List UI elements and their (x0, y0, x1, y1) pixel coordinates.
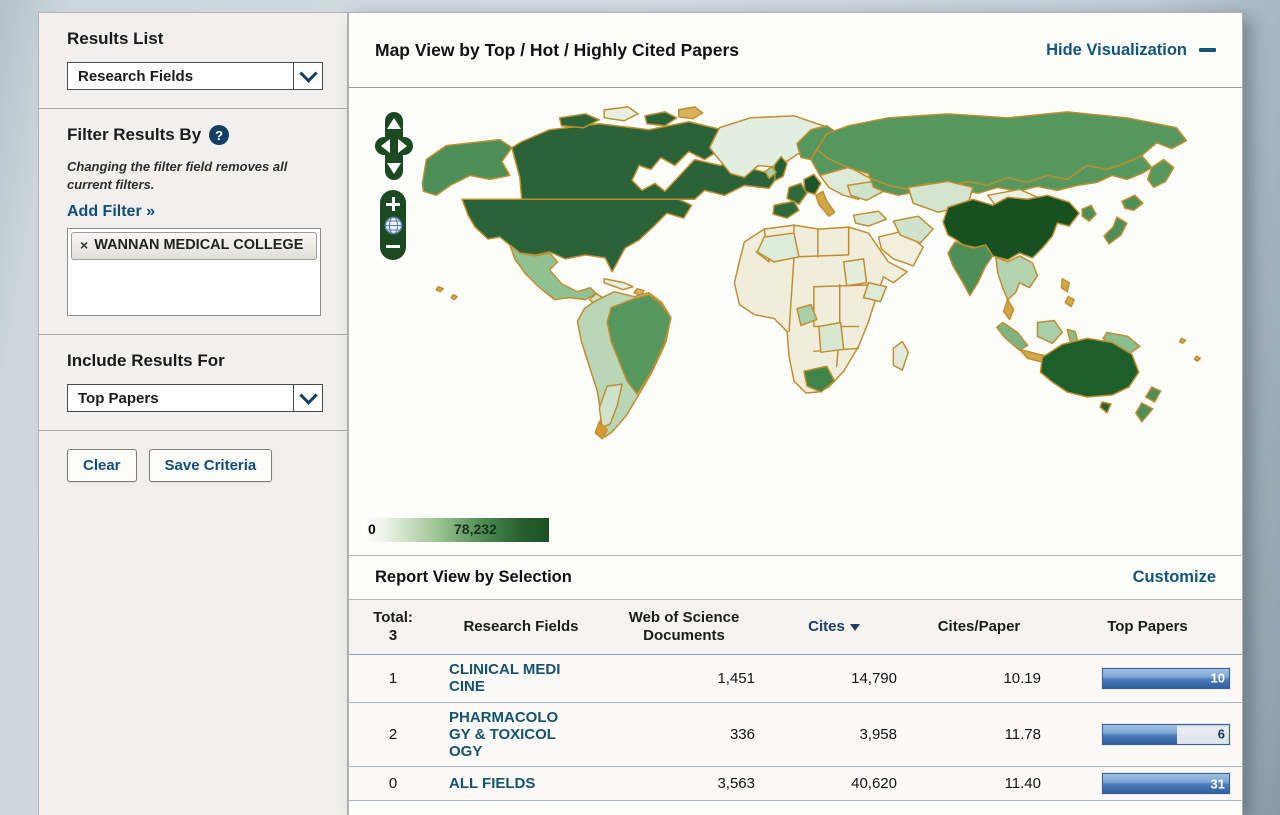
results-list-section: Results List Research Fields (39, 13, 347, 108)
row-cites-per-paper: 11.40 (905, 775, 1053, 792)
top-papers-value: 6 (1218, 727, 1225, 742)
table-row: 2 PHARMACOLOGY & TOXICOLOGY 336 3,958 11… (349, 703, 1242, 768)
table-row: 0 ALL FIELDS 3,563 40,620 11.40 31 (349, 767, 1242, 801)
top-papers-bar: 10 (1102, 668, 1230, 689)
col-header-cites[interactable]: Cites (763, 618, 905, 636)
results-list-title: Results List (67, 29, 323, 49)
plus-icon (386, 197, 400, 211)
filter-section: Filter Results By ? Changing the filter … (39, 108, 347, 334)
map-header: Map View by Top / Hot / Highly Cited Pap… (349, 13, 1242, 88)
map-legend: 0 78,232 (364, 518, 549, 542)
report-table: Total: 3 Research Fields Web of Science … (349, 600, 1242, 801)
top-papers-bar: 6 (1102, 724, 1230, 745)
include-results-select[interactable]: Top Papers (67, 384, 323, 412)
legend-min-value: 0 (368, 521, 376, 537)
customize-link[interactable]: Customize (1133, 568, 1216, 587)
hide-visualization-link[interactable]: Hide Visualization (1046, 41, 1216, 60)
table-row: 1 CLINICAL MEDICINE 1,451 14,790 10.19 1… (349, 655, 1242, 703)
help-icon[interactable]: ? (209, 125, 229, 145)
row-cites: 3,958 (763, 726, 905, 743)
filter-chip-label: WANNAN MEDICAL COLLEGE (94, 237, 303, 254)
map-area: 0 78,232 (349, 88, 1242, 555)
col-header-total: Total: 3 (349, 609, 437, 645)
row-cites-per-paper: 11.78 (905, 726, 1053, 743)
main-panel: Map View by Top / Hot / Highly Cited Pap… (348, 12, 1243, 815)
chevron-down-icon (293, 385, 322, 411)
table-header-row: Total: 3 Research Fields Web of Science … (349, 600, 1242, 655)
report-view-title: Report View by Selection (375, 568, 572, 587)
include-results-title: Include Results For (67, 351, 323, 371)
row-docs: 336 (605, 726, 763, 743)
sidebar: Results List Research Fields Filter Resu… (38, 12, 348, 815)
include-results-select-value: Top Papers (68, 390, 293, 407)
row-rank: 1 (349, 670, 437, 687)
minus-icon (1199, 48, 1216, 52)
minus-icon (386, 245, 400, 248)
map-controls (371, 110, 417, 260)
chevron-down-icon (293, 63, 322, 89)
top-papers-value: 10 (1211, 671, 1225, 686)
col-header-cites-per-paper: Cites/Paper (905, 618, 1053, 636)
results-list-select-value: Research Fields (68, 68, 293, 85)
globe-icon (384, 216, 403, 235)
top-papers-value: 31 (1211, 776, 1225, 791)
filter-note: Changing the filter field removes all cu… (67, 158, 323, 193)
add-filter-link[interactable]: Add Filter » (67, 203, 155, 221)
sidebar-buttons: Clear Save Criteria (39, 430, 347, 500)
col-header-top-papers: Top Papers (1053, 618, 1242, 636)
row-rank: 0 (349, 775, 437, 792)
results-list-select[interactable]: Research Fields (67, 62, 323, 90)
row-cites: 40,620 (763, 775, 905, 792)
filter-list: × WANNAN MEDICAL COLLEGE (67, 228, 321, 316)
clear-button[interactable]: Clear (67, 449, 137, 482)
include-results-section: Include Results For Top Papers (39, 334, 347, 430)
research-field-link[interactable]: PHARMACOLOGY & TOXICOLOGY (449, 709, 561, 761)
map-pan-control[interactable] (373, 110, 415, 182)
map-view-title: Map View by Top / Hot / Highly Cited Pap… (375, 40, 739, 61)
map-zoom-control (380, 190, 406, 260)
report-header: Report View by Selection Customize (349, 555, 1242, 600)
zoom-in-button[interactable] (383, 195, 403, 213)
research-field-link[interactable]: CLINICAL MEDICINE (449, 661, 561, 696)
col-header-wos-documents: Web of Science Documents (605, 609, 763, 645)
world-map[interactable] (349, 88, 1242, 555)
row-docs: 3,563 (605, 775, 763, 792)
filter-chip[interactable]: × WANNAN MEDICAL COLLEGE (71, 232, 317, 260)
row-rank: 2 (349, 726, 437, 743)
save-criteria-button[interactable]: Save Criteria (149, 449, 273, 482)
zoom-out-button[interactable] (383, 237, 403, 255)
row-cites: 14,790 (763, 670, 905, 687)
sort-desc-icon (850, 624, 860, 631)
page: Results List Research Fields Filter Resu… (0, 0, 1280, 815)
row-cites-per-paper: 10.19 (905, 670, 1053, 687)
top-papers-bar: 31 (1102, 773, 1230, 794)
row-docs: 1,451 (605, 670, 763, 687)
legend-max-value: 78,232 (454, 521, 497, 537)
filter-title: Filter Results By (67, 125, 201, 145)
globe-reset-button[interactable] (383, 216, 403, 234)
research-field-link[interactable]: ALL FIELDS (449, 775, 561, 792)
remove-filter-icon[interactable]: × (80, 237, 88, 253)
col-header-research-fields: Research Fields (437, 618, 605, 636)
